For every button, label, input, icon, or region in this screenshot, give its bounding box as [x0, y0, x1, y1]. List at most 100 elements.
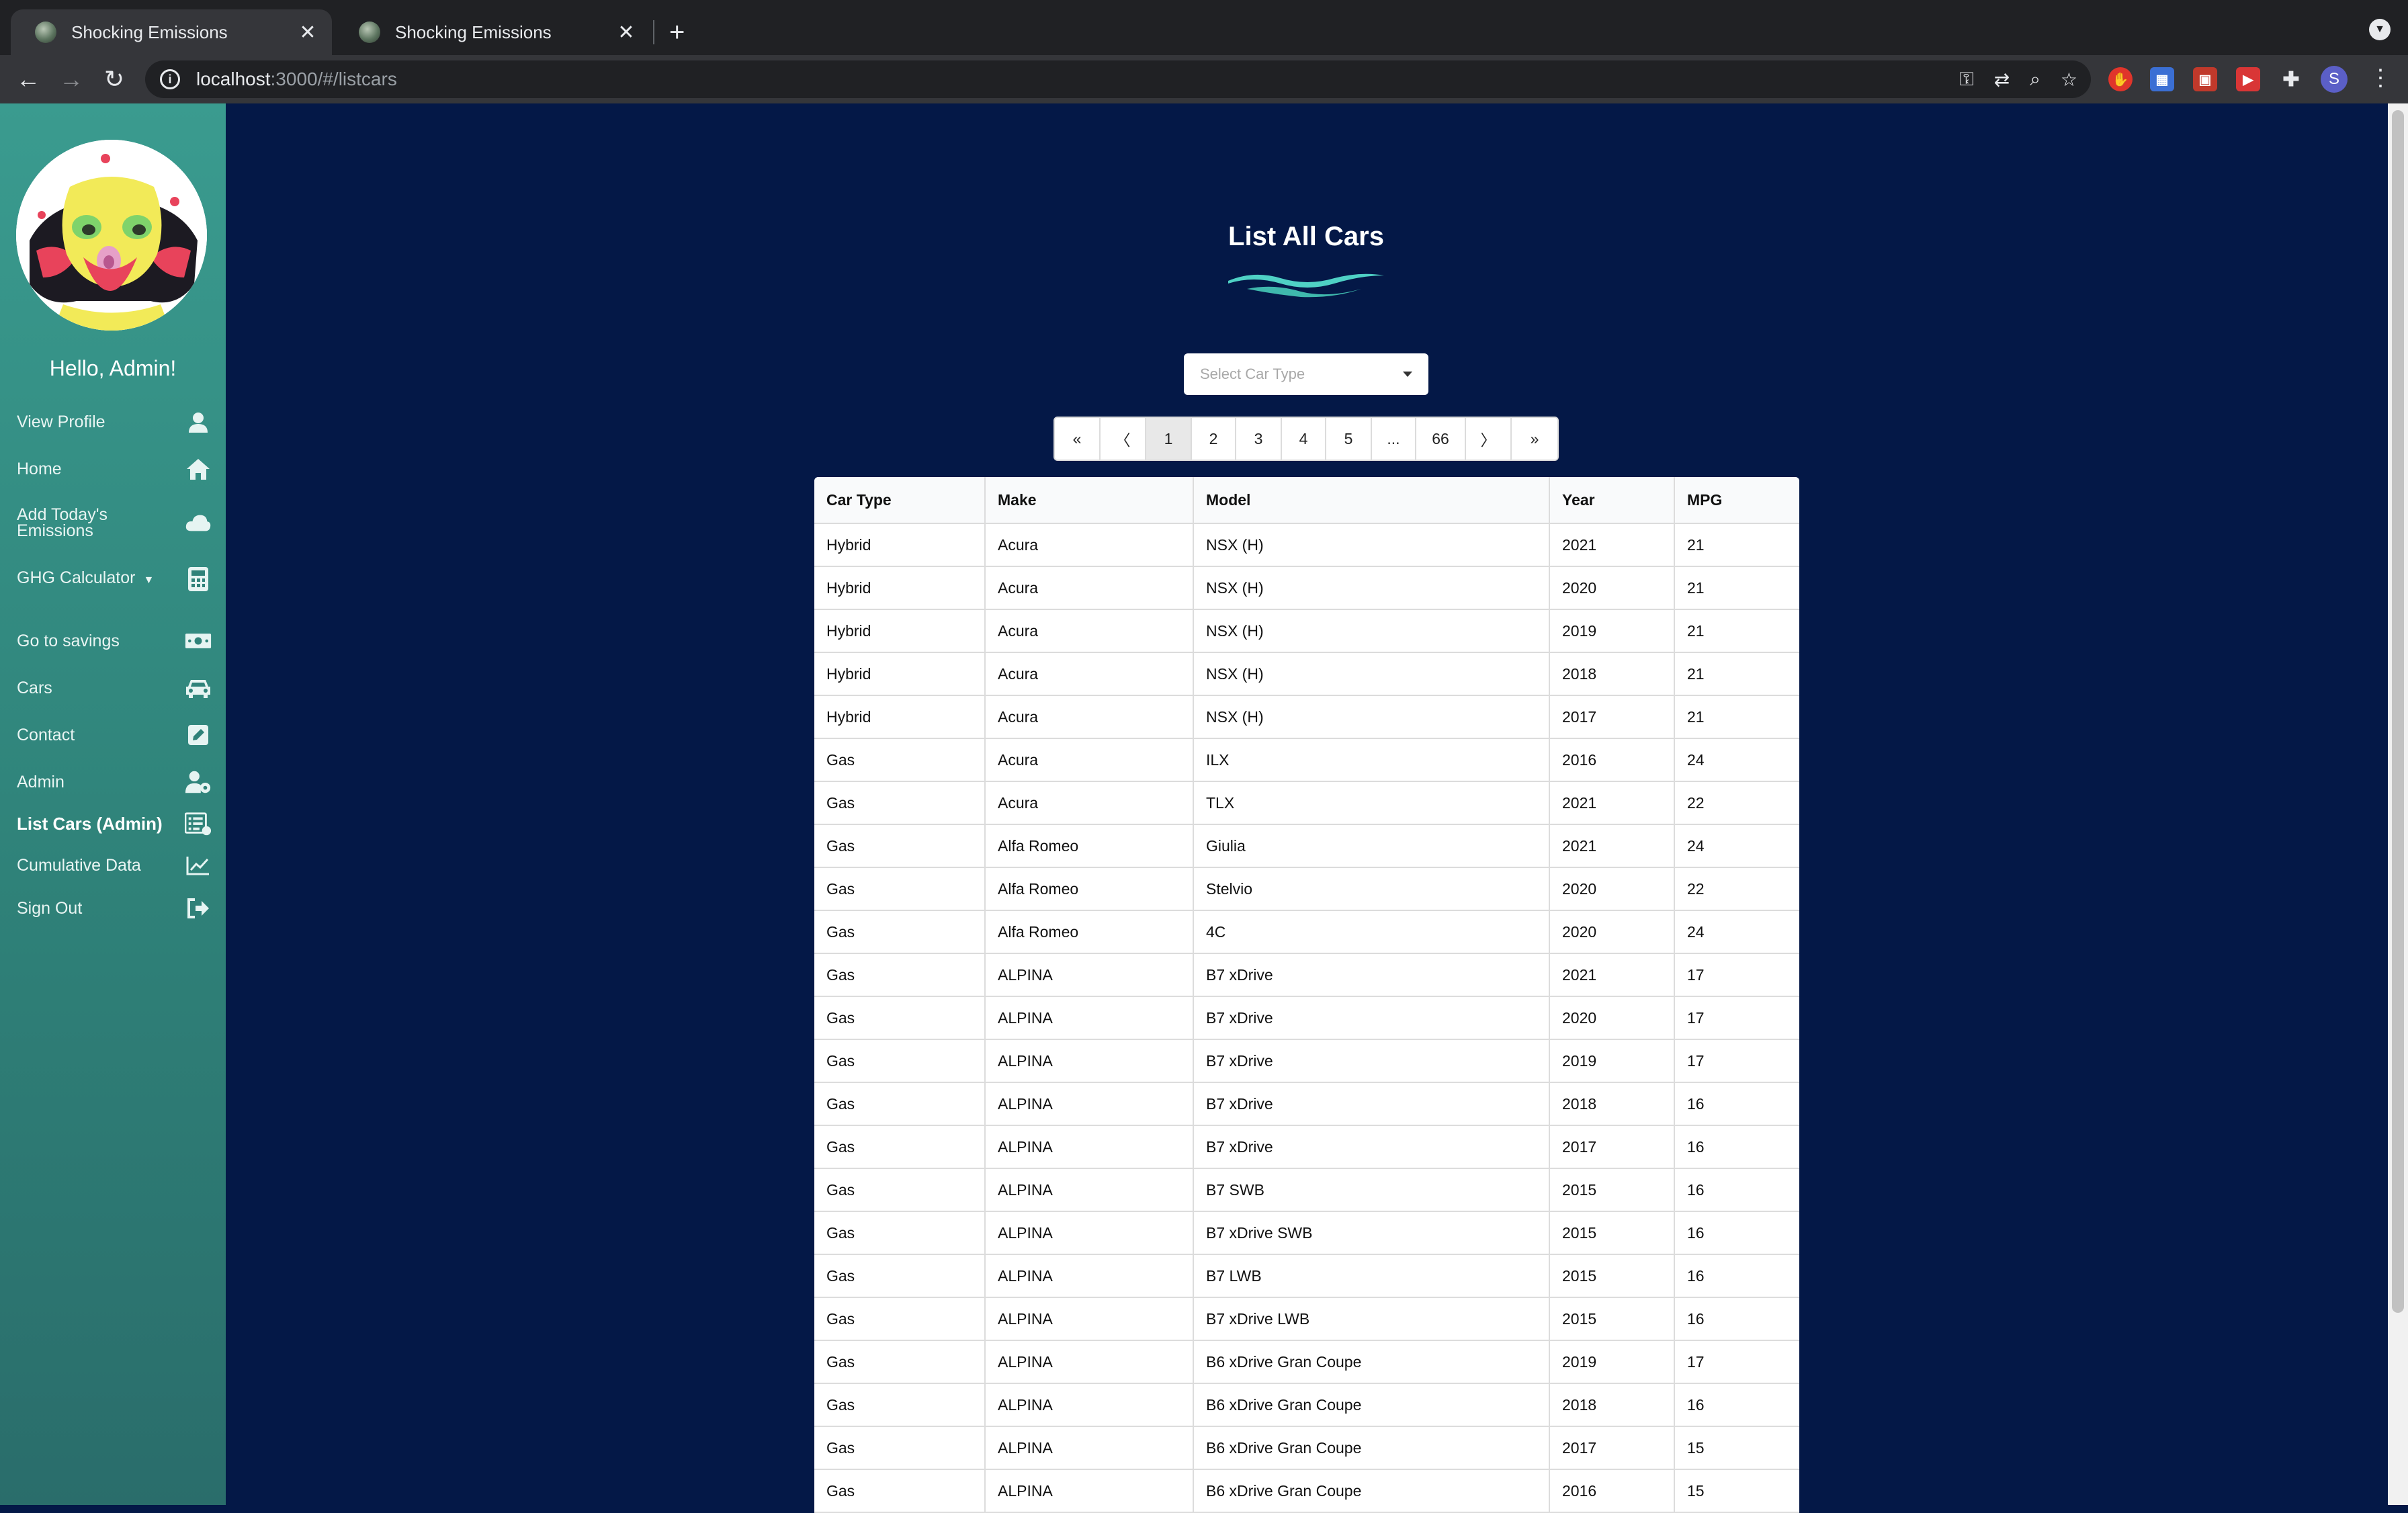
browser-tab-strip: Shocking Emissions ✕ Shocking Emissions … [0, 0, 2408, 55]
cell-make: Alfa Romeo [985, 867, 1194, 911]
column-header-car-type[interactable]: Car Type [814, 477, 986, 524]
new-tab-icon[interactable]: + [669, 16, 685, 48]
sign-out-icon [185, 895, 212, 922]
forward-icon[interactable]: → [54, 62, 89, 97]
cell-car-type: Hybrid [814, 695, 986, 739]
cell-mpg: 15 [1674, 1426, 1799, 1470]
sidebar-item-add-emissions[interactable]: Add Today's Emissions [17, 499, 212, 547]
cell-car-type: Gas [814, 1168, 986, 1212]
url-host: localhost [196, 69, 271, 89]
cell-make: Acura [985, 609, 1194, 653]
sidebar-item-sign-out[interactable]: Sign Out [17, 891, 212, 926]
sidebar-item-label: Cumulative Data [17, 856, 141, 875]
page-5-button[interactable]: 5 [1326, 418, 1372, 460]
key-icon[interactable]: ⚿ [1959, 69, 1973, 91]
cell-mpg: 21 [1674, 566, 1799, 610]
close-tab-icon[interactable]: ✕ [296, 21, 320, 44]
address-bar[interactable]: i localhost:3000/#/listcars ⚿ ⇄ ⌕ ☆ [145, 60, 2091, 98]
table-row: Hybrid Acura NSX (H) 2021 21 [814, 523, 1799, 567]
site-info-icon[interactable]: i [160, 69, 180, 89]
cell-mpg: 21 [1674, 695, 1799, 739]
sidebar-item-label: Admin [17, 773, 64, 791]
extension-image-icon[interactable]: ▣ [2193, 67, 2217, 91]
cell-model: NSX (H) [1193, 652, 1550, 696]
extension-video-icon[interactable]: ▶ [2236, 67, 2260, 91]
cell-year: 2016 [1549, 738, 1675, 782]
sidebar-item-cumulative-data[interactable]: Cumulative Data [17, 848, 212, 883]
sidebar-item-label: Add Today's Emissions [17, 505, 108, 540]
cell-make: ALPINA [985, 1340, 1194, 1384]
table-row: Gas ALPINA B7 xDrive SWB 2015 16 [814, 1211, 1799, 1255]
cell-year: 2019 [1549, 609, 1675, 653]
page-1-button[interactable]: 1 [1146, 418, 1192, 460]
table-row: Gas Alfa Romeo 4C 2020 24 [814, 910, 1799, 954]
cell-year: 2021 [1549, 781, 1675, 825]
table-row: Gas ALPINA B7 xDrive LWB 2015 16 [814, 1297, 1799, 1341]
sidebar-item-contact[interactable]: Contact [17, 718, 212, 752]
extensions-puzzle-icon[interactable]: ✚ [2279, 67, 2303, 91]
tab-search-icon[interactable]: ▼ [2369, 19, 2391, 40]
cell-year: 2021 [1549, 953, 1675, 997]
browser-tab-inactive[interactable]: Shocking Emissions ✕ [335, 9, 650, 55]
prev-page-button[interactable]: 〈 [1101, 418, 1146, 460]
close-tab-icon[interactable]: ✕ [614, 21, 638, 44]
column-header-model[interactable]: Model [1193, 477, 1550, 524]
cell-mpg: 16 [1674, 1211, 1799, 1255]
table-row: Gas ALPINA B7 SWB 2015 16 [814, 1168, 1799, 1212]
sidebar-item-go-to-savings[interactable]: Go to savings [17, 623, 212, 658]
page-2-button[interactable]: 2 [1192, 418, 1236, 460]
extension-adblock-icon[interactable]: ✋ [2108, 67, 2133, 91]
cell-make: Acura [985, 695, 1194, 739]
profile-avatar[interactable]: S [2321, 66, 2348, 93]
cell-make: ALPINA [985, 1254, 1194, 1298]
page-3-button[interactable]: 3 [1236, 418, 1282, 460]
scrollbar-thumb[interactable] [2392, 110, 2404, 1313]
sidebar-item-list-cars-admin[interactable]: List Cars (Admin) [17, 806, 212, 841]
column-header-make[interactable]: Make [985, 477, 1194, 524]
cell-make: ALPINA [985, 1082, 1194, 1126]
column-header-year[interactable]: Year [1549, 477, 1675, 524]
table-row: Gas ALPINA B6 xDrive Gran Coupe 2018 16 [814, 1383, 1799, 1427]
cell-year: 2017 [1549, 695, 1675, 739]
first-page-button[interactable]: « [1055, 418, 1101, 460]
cell-model: B7 xDrive [1193, 953, 1550, 997]
table-row: Hybrid Acura NSX (H) 2019 21 [814, 609, 1799, 653]
favicon-icon [35, 21, 56, 43]
cell-model: NSX (H) [1193, 609, 1550, 653]
browser-menu-icon[interactable]: ⋮ [2369, 64, 2392, 91]
tab-separator [653, 20, 654, 44]
page-4-button[interactable]: 4 [1282, 418, 1326, 460]
car-type-select[interactable]: Select Car Type [1184, 353, 1428, 395]
back-icon[interactable]: ← [11, 62, 46, 97]
cell-year: 2018 [1549, 1082, 1675, 1126]
table-row: Gas Alfa Romeo Stelvio 2020 22 [814, 867, 1799, 911]
cell-car-type: Gas [814, 1426, 986, 1470]
bookmark-star-icon[interactable]: ☆ [2061, 69, 2077, 91]
page-ellipsis: ... [1372, 418, 1416, 460]
page-66-button[interactable]: 66 [1416, 418, 1466, 460]
cell-year: 2016 [1549, 1469, 1675, 1513]
cell-model: B6 xDrive Gran Coupe [1193, 1426, 1550, 1470]
cell-model: ILX [1193, 738, 1550, 782]
favicon-icon [359, 21, 380, 43]
greeting-text: Hello, Admin! [49, 356, 177, 380]
sidebar-item-admin[interactable]: Admin [17, 765, 212, 799]
translate-icon[interactable]: ⇄ [1994, 69, 2010, 91]
cell-year: 2018 [1549, 1383, 1675, 1427]
last-page-button[interactable]: » [1512, 418, 1557, 460]
sidebar-item-home[interactable]: Home [17, 451, 212, 486]
zoom-icon[interactable]: ⌕ [2030, 69, 2040, 91]
browser-tab-active[interactable]: Shocking Emissions ✕ [11, 9, 332, 55]
reload-icon[interactable]: ↻ [97, 62, 132, 97]
extension-grid-icon[interactable]: ▦ [2150, 67, 2174, 91]
next-page-button[interactable]: 〉 [1466, 418, 1512, 460]
edit-icon [185, 722, 212, 748]
sidebar-item-ghg-calculator[interactable]: GHG Calculator ▼ [17, 558, 212, 601]
cell-make: Alfa Romeo [985, 910, 1194, 954]
cell-car-type: Gas [814, 1469, 986, 1513]
sidebar-item-view-profile[interactable]: View Profile [17, 404, 212, 439]
sidebar-item-cars[interactable]: Cars [17, 671, 212, 705]
column-header-mpg[interactable]: MPG [1674, 477, 1799, 524]
cell-mpg: 21 [1674, 523, 1799, 567]
cell-car-type: Gas [814, 1211, 986, 1255]
